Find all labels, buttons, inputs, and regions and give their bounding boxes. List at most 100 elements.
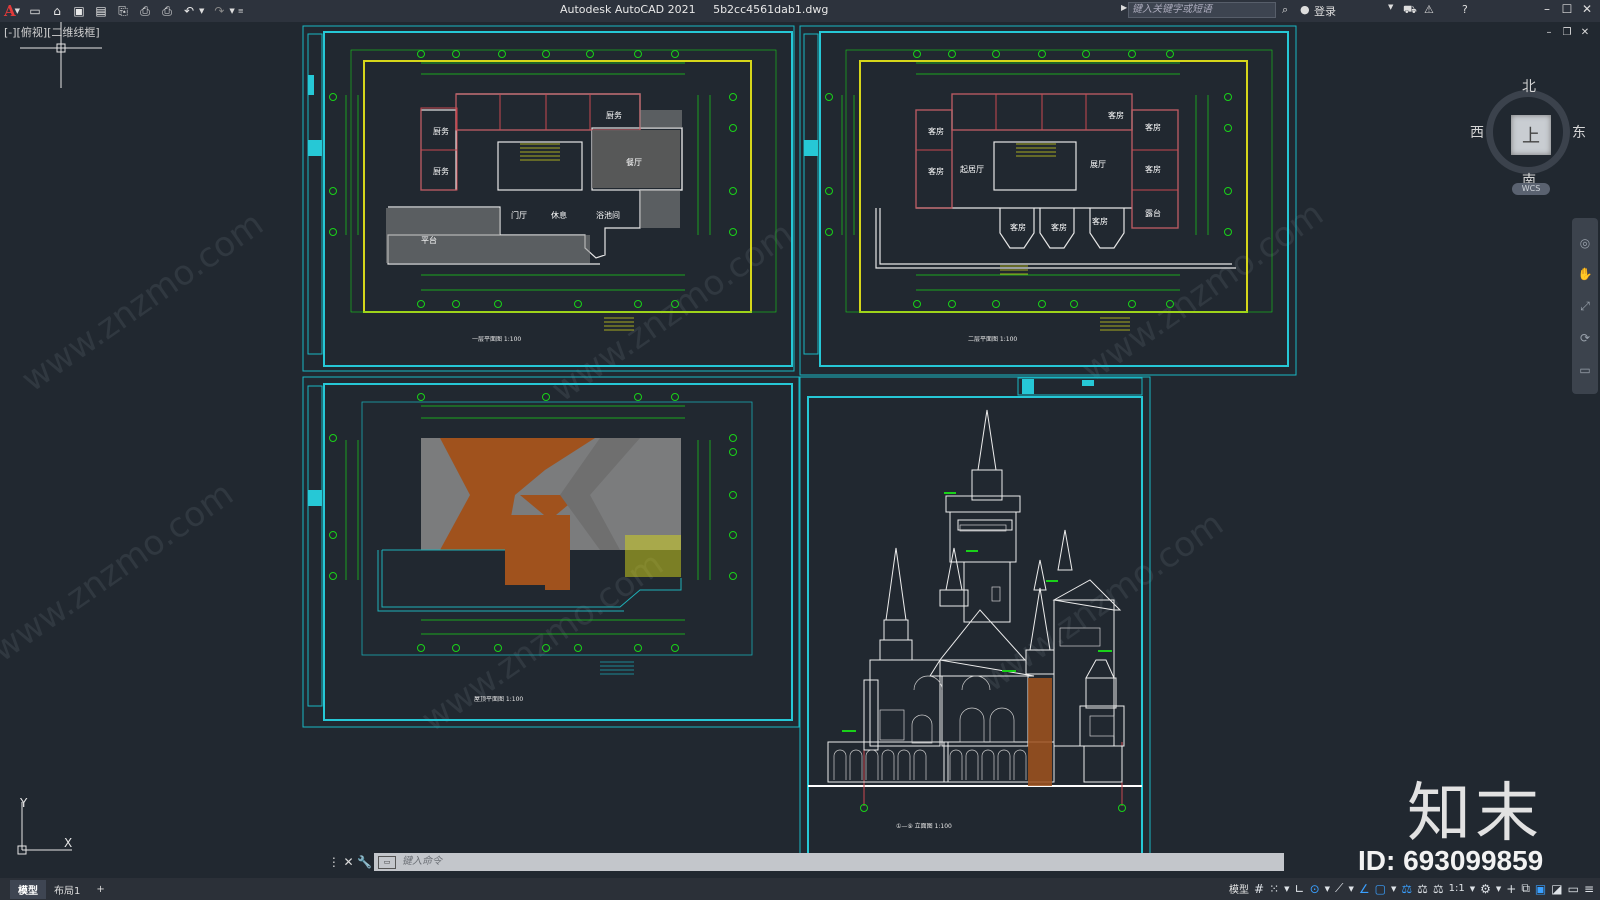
recent-commands-icon[interactable]: ▭ (378, 856, 396, 869)
snap-dropdown-icon[interactable]: ▼ (1284, 885, 1289, 893)
customize-wrench-icon[interactable]: 🔧 (357, 855, 372, 869)
zoom-extents-icon[interactable]: ⤢ (1580, 299, 1590, 314)
navigation-bar[interactable]: ◎ ✋ ⤢ ⟳ ▭ (1572, 218, 1598, 394)
object-snap-icon[interactable]: ▢ (1375, 882, 1386, 896)
redo-icon[interactable]: ↷ (211, 3, 227, 19)
undo-icon[interactable]: ↶ (181, 3, 197, 19)
viewcube-top-face[interactable]: 上 (1511, 115, 1551, 155)
redo-dropdown-icon[interactable]: ▼ (229, 7, 234, 15)
viewport-controls[interactable]: [-][俯视][二维线框] (4, 24, 100, 40)
room-label: 门厅 (511, 210, 527, 220)
annotation-scale-value[interactable]: 1:1 (1449, 883, 1465, 894)
isolate-objects-icon[interactable]: ◪ (1551, 882, 1562, 896)
add-layout-button[interactable]: + (88, 882, 112, 897)
status-toggles: 模型 # ⁙ ▼ ∟ ⊙ ▼ ⟋ ▼ ∠ ▢ ▼ ⚖ ⚖ ⚖ 1:1 ▼ ⚙ ▼… (1229, 881, 1594, 896)
undo-dropdown-icon[interactable]: ▼ (199, 7, 204, 15)
save-as-icon[interactable]: ▤ (93, 3, 109, 19)
compass-north[interactable]: 北 (1522, 76, 1536, 96)
viewcube[interactable]: 上 北 南 东 西 (1470, 79, 1586, 189)
quick-properties-icon[interactable]: ▣ (1535, 882, 1546, 896)
room-label: 客房 (928, 126, 944, 136)
room-label: 客房 (1010, 222, 1026, 232)
print-icon[interactable]: ⎙ (159, 3, 175, 19)
app-title: Autodesk AutoCAD 2021 (560, 3, 696, 16)
snap-icon[interactable]: ⁙ (1269, 882, 1279, 896)
save-icon[interactable]: ▣ (71, 3, 87, 19)
user-icon[interactable]: ● (1300, 3, 1310, 16)
room-label: 客房 (928, 166, 944, 176)
clean-screen-icon[interactable]: ▭ (1568, 882, 1579, 896)
ortho-icon[interactable]: ∟ (1295, 882, 1305, 896)
brand-watermark: 知末 (1407, 777, 1543, 851)
room-label: 休息 (551, 210, 567, 220)
plan2-caption: 二层平面图 1:100 (968, 336, 1017, 343)
polar-dropdown-icon[interactable]: ▼ (1325, 885, 1330, 893)
drag-handle-icon[interactable]: ⋮ (328, 855, 340, 869)
tab-layout1[interactable]: 布局1 (46, 880, 88, 899)
roof-planes (421, 438, 681, 590)
customization-menu-icon[interactable]: ≡ (1584, 882, 1594, 896)
room-label: 客房 (1145, 122, 1161, 132)
new-file-icon[interactable]: ▭ (27, 3, 43, 19)
app-menu-chevron-icon[interactable]: ▼ (15, 7, 20, 15)
object-snap-tracking-icon[interactable]: ∠ (1359, 882, 1370, 896)
elevation-caption: ①—⑨ 立面图 1:100 (896, 822, 952, 830)
open-folder-icon[interactable]: ⌂ (49, 3, 65, 19)
ucs-x-label: X (64, 836, 73, 850)
isodraft-icon[interactable]: ⟋ (1335, 881, 1343, 896)
open-from-web-icon[interactable]: ⎘ (115, 3, 131, 19)
close-button[interactable]: ✕ (1578, 2, 1596, 16)
units-icon[interactable]: ⧉ (1521, 881, 1530, 896)
workspace-dropdown-icon[interactable]: ▼ (1496, 885, 1501, 893)
a360-icon[interactable]: ⚠ (1424, 3, 1434, 16)
roof-caption: 屋顶平面图 1:100 (474, 696, 523, 703)
search-input[interactable]: 键入关键字或短语 (1128, 2, 1276, 18)
workspace-gear-icon[interactable]: ⚙ (1480, 882, 1491, 896)
save-to-web-icon[interactable]: ⎙ (137, 3, 153, 19)
login-dropdown-icon[interactable]: ▼ (1388, 3, 1393, 11)
polar-tracking-icon[interactable]: ⊙ (1310, 882, 1320, 896)
room-label: 客房 (1108, 110, 1124, 120)
orbit-icon[interactable]: ⟳ (1580, 331, 1590, 345)
window-title: Autodesk AutoCAD 2021 5b2cc4561dab1.dwg (560, 3, 828, 16)
sheet-plan2: 客房 客房 客房 客房 客房 露台 起居厅 展厅 客房 客房 客房 二层平面图 … (799, 25, 1297, 376)
room-label: 厨务 (433, 166, 449, 176)
command-line[interactable]: ⋮ ✕ 🔧 ▭ 键入命令 ▲ (326, 853, 1284, 871)
cart-icon[interactable]: ⛟ (1403, 3, 1417, 18)
close-command-line-icon[interactable]: ✕ (343, 855, 353, 869)
auto-scale-icon[interactable]: ⚖ (1417, 882, 1428, 896)
annotation-scale-icon[interactable]: ⚖ (1433, 882, 1444, 896)
minimize-button[interactable]: – (1538, 2, 1556, 16)
compass-west[interactable]: 西 (1470, 122, 1484, 142)
drawing-sheets: 厨务 厨务 厨务 餐厅 门厅 休息 浴池间 平台 一层平面图 1:100 客房 … (20, 22, 1297, 870)
pan-icon[interactable]: ✋ (1578, 267, 1593, 281)
search-icon[interactable]: ⌕ (1282, 3, 1288, 17)
compass-east[interactable]: 东 (1572, 122, 1586, 142)
showmotion-icon[interactable]: ▭ (1579, 363, 1590, 377)
room-label: 厨务 (433, 126, 449, 136)
help-icon[interactable]: ? (1462, 3, 1468, 16)
search-expand-icon[interactable]: ▶ (1121, 3, 1127, 12)
tab-model[interactable]: 模型 (10, 879, 46, 899)
room-label: 客房 (1092, 216, 1108, 226)
command-input[interactable]: ▭ 键入命令 (374, 853, 1284, 871)
drawing-canvas[interactable]: www.znzmo.com www.znzmo.com www.znzmo.co… (0, 22, 1600, 878)
object-snap-dropdown-icon[interactable]: ▼ (1391, 885, 1396, 893)
annotation-monitor-icon[interactable]: + (1506, 882, 1516, 896)
wcs-menu[interactable]: WCS (1512, 183, 1550, 195)
room-label: 展厅 (1090, 160, 1106, 169)
room-label: 露台 (1145, 208, 1161, 218)
annotation-visibility-icon[interactable]: ⚖ (1401, 882, 1412, 896)
plan1-caption: 一层平面图 1:100 (472, 336, 521, 343)
maximize-button[interactable]: ☐ (1558, 2, 1576, 16)
isodraft-dropdown-icon[interactable]: ▼ (1348, 885, 1353, 893)
room-label: 起居厅 (960, 165, 984, 174)
login-link[interactable]: 登录 (1314, 3, 1336, 19)
scale-dropdown-icon[interactable]: ▼ (1470, 885, 1475, 893)
grid-icon[interactable]: # (1254, 882, 1264, 896)
customize-quick-access-icon[interactable]: ≡ (238, 7, 244, 15)
file-name: 5b2cc4561dab1.dwg (713, 3, 829, 16)
room-label: 客房 (1145, 164, 1161, 174)
steering-wheel-icon[interactable]: ◎ (1580, 236, 1590, 250)
model-space-toggle[interactable]: 模型 (1229, 881, 1249, 896)
